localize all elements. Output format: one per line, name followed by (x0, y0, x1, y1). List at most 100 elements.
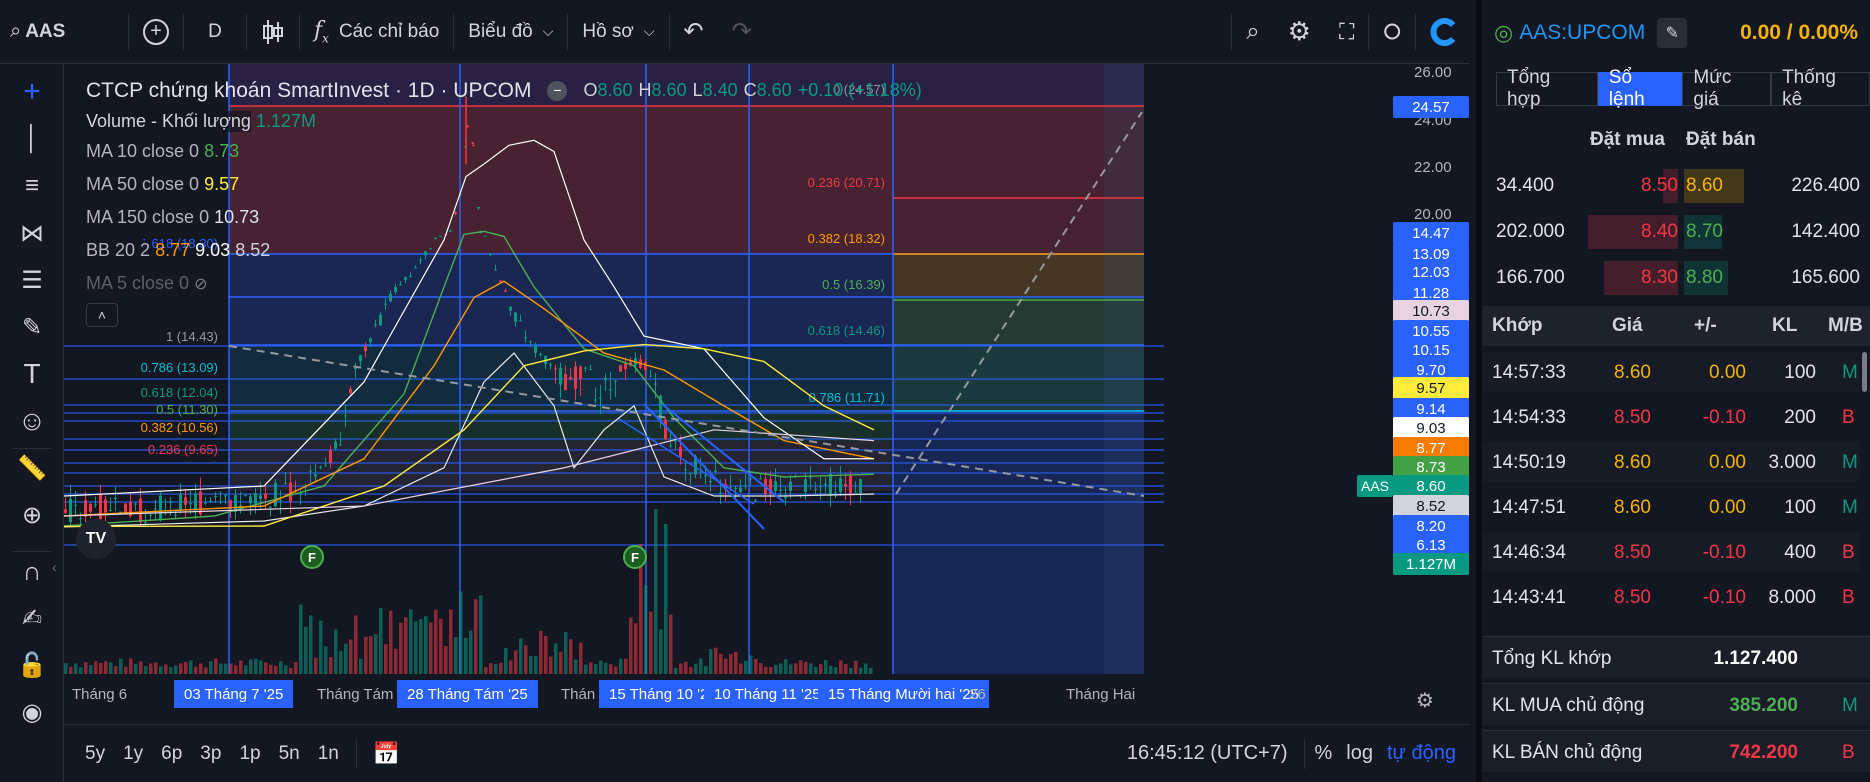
tab-2[interactable]: Sổ lệnh (1597, 67, 1683, 110)
pattern-icon: ⋈ (20, 219, 44, 247)
summary-side: B (1842, 742, 1855, 763)
compare-button[interactable]: + (129, 0, 183, 64)
candle-body (534, 344, 537, 353)
pencil-lock-icon: ✍ (21, 604, 43, 632)
range-button-1y[interactable]: 1y (114, 743, 152, 765)
hide-tool[interactable]: ◉ (12, 692, 52, 732)
ruler-tool[interactable]: 📏 (12, 448, 52, 488)
volume-bar (214, 658, 218, 674)
goto-date-button[interactable]: 📅 (373, 741, 400, 767)
redo-button[interactable]: ↷ (718, 0, 766, 64)
lock-tool[interactable]: 🔓 (12, 645, 52, 685)
time-axis-label[interactable]: 10 Tháng 11 '25 (704, 680, 831, 708)
fib-left-label: 1 (14.43) (166, 329, 218, 344)
volume-bar (549, 656, 553, 674)
fullscreen-button[interactable]: ⛶ (1325, 0, 1368, 64)
text-tool[interactable]: T (12, 354, 52, 394)
stay-in-drawing-tool[interactable]: ✍ (12, 598, 52, 638)
volume-bar (804, 661, 808, 674)
time-axis-label[interactable]: 28 Tháng Tám '25 (397, 680, 538, 708)
volume-bar (489, 663, 493, 674)
tradingview-logo[interactable]: TV (76, 519, 116, 559)
legend-ma5[interactable]: MA 5 close 0 ⊘ (86, 267, 922, 300)
candle-body (749, 478, 752, 480)
range-button-6p[interactable]: 6p (152, 743, 191, 765)
time-axis-settings[interactable]: ⚙ (1416, 688, 1434, 713)
legend-collapse-icon[interactable]: − (547, 80, 568, 101)
tab-1[interactable]: Tổng hợp (1496, 67, 1598, 110)
collapse-toolbar-icon[interactable]: ‹ (52, 559, 57, 575)
symbol-search[interactable]: ⌕ AAS (0, 0, 128, 64)
fib-zone-edge (1104, 64, 1144, 674)
tab-3[interactable]: Mức giá (1682, 67, 1772, 110)
candle-body (94, 504, 97, 506)
range-button-1n[interactable]: 1n (309, 743, 348, 765)
undo-button[interactable]: ↶ (670, 0, 718, 64)
auto-scale-toggle[interactable]: tự động (1387, 742, 1456, 765)
legend-bb[interactable]: BB 20 2 8.77 9.03 8.52 (86, 234, 922, 267)
range-button-5y[interactable]: 5y (76, 743, 114, 765)
candle-body (179, 494, 182, 511)
volume-bar (504, 648, 508, 674)
chart-menu-button[interactable]: Biểu đồ ⌵ (454, 0, 567, 64)
zoom-tool[interactable]: ⊕ (12, 495, 52, 535)
range-button-1p[interactable]: 1p (230, 743, 269, 765)
volume-bar (709, 649, 713, 674)
trade-row[interactable]: 14:46:34 8.50 -0.10 400 B (1482, 532, 1860, 572)
trade-side: M (1842, 497, 1858, 518)
volume-bar (304, 626, 308, 674)
profile-menu-button[interactable]: Hồ sơ ⌵ (568, 0, 668, 64)
candle-body (89, 504, 92, 512)
candle-body (569, 376, 572, 380)
candle-body (64, 509, 67, 513)
log-scale-toggle[interactable]: log (1346, 742, 1373, 765)
quick-search-button[interactable]: ⌕ (1232, 0, 1273, 64)
edit-button[interactable]: ✎ (1657, 18, 1688, 48)
indicators-button[interactable]: fx Các chỉ báo (300, 0, 453, 64)
time-axis-label[interactable]: 03 Tháng 7 '25 (174, 680, 294, 708)
panel-ticker[interactable]: AAS:UPCOM (1519, 21, 1645, 45)
settings-button[interactable]: ⚙ (1274, 0, 1325, 64)
interval-button[interactable]: D (184, 0, 246, 64)
legend-volume[interactable]: Volume - Khối lượng 1.127M (86, 107, 922, 135)
crosshair-tool[interactable]: + (12, 72, 52, 112)
time-axis-label[interactable]: 15 Tháng Mười hai '25 (818, 680, 989, 708)
clock-timezone[interactable]: 16:45:12 (UTC+7) (1127, 742, 1288, 765)
trade-side: B (1842, 542, 1855, 563)
chart-type-button[interactable] (247, 0, 299, 64)
orderbook-row: 202.000 8.40 8.70 142.400 (1482, 213, 1870, 251)
ohlc-close-label: C (743, 80, 757, 100)
trade-row[interactable]: 14:54:33 8.50 -0.10 200 B (1482, 397, 1860, 437)
trades-scrollbar[interactable] (1862, 352, 1867, 392)
fib-tool[interactable]: ≡ (12, 166, 52, 206)
trades-vol-header: KL (1772, 315, 1798, 336)
legend-ma10[interactable]: MA 10 close 0 8.73 (86, 135, 922, 168)
candle-body (809, 476, 812, 478)
eye-off-icon[interactable]: ⊘ (194, 274, 207, 294)
tab-4[interactable]: Thống kê (1771, 67, 1870, 110)
emoji-tool[interactable]: ☺ (12, 401, 52, 441)
trade-row[interactable]: 14:50:19 8.60 0.00 3.000 M (1482, 442, 1860, 482)
range-button-5n[interactable]: 5n (270, 743, 309, 765)
legend-ma150[interactable]: MA 150 close 0 10.73 (86, 201, 922, 234)
sliders-icon: ☰ (21, 266, 43, 294)
pattern-tool[interactable]: ⋈ (12, 213, 52, 253)
range-button-3p[interactable]: 3p (191, 743, 230, 765)
chart-pane[interactable]: 0 (24.57) 0.236 (20.71) 0.382 (18.32) 0.5 (… (64, 64, 1470, 674)
volume-bar (499, 663, 503, 674)
trendline-tool[interactable]: │ (12, 119, 52, 159)
trade-row[interactable]: 14:47:51 8.60 0.00 100 M (1482, 487, 1860, 527)
magnet-tool[interactable]: ∩ (12, 551, 52, 591)
trade-row[interactable]: 14:57:33 8.60 0.00 100 M (1482, 352, 1860, 392)
panel-change: 0.00 / 0.00% (1740, 21, 1858, 44)
percent-scale-toggle[interactable]: % (1315, 742, 1333, 765)
volume-bar (689, 667, 693, 674)
trade-volume: 400 (1784, 542, 1816, 563)
legend-ma50[interactable]: MA 50 close 0 9.57 (86, 168, 922, 201)
brush-tool[interactable]: ✎ (12, 307, 52, 347)
trade-row[interactable]: 14:43:41 8.50 -0.10 8.000 B (1482, 577, 1860, 617)
volume-bar (159, 666, 163, 674)
prediction-tool[interactable]: ☰ (12, 260, 52, 300)
candle-body (839, 478, 842, 493)
legend-toggle[interactable]: ˄ (86, 300, 922, 330)
